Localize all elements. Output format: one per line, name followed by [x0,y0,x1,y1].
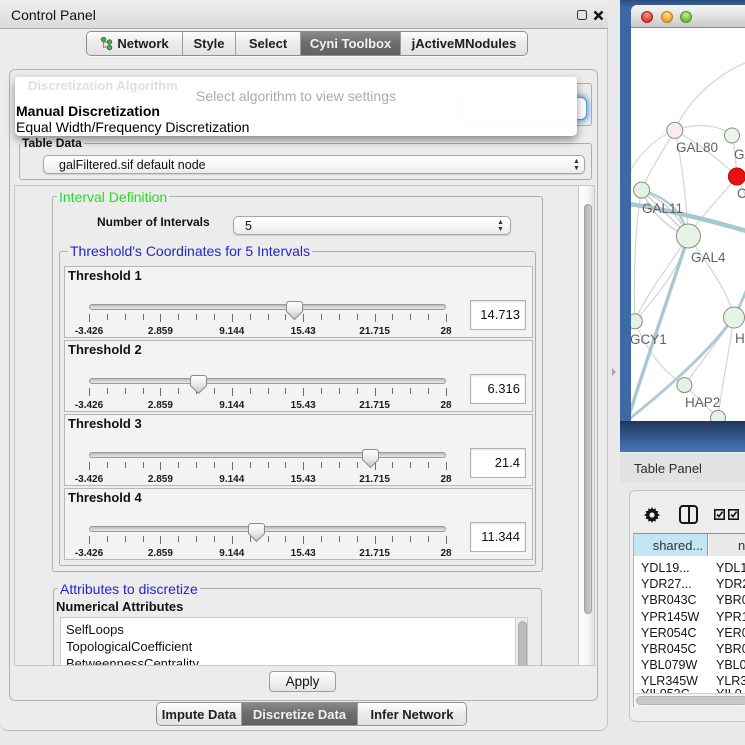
svg-text:H: H [735,331,745,346]
svg-text:CY: CY [737,186,745,201]
svg-text:GAL80: GAL80 [676,140,718,155]
svg-text:HAP2: HAP2 [685,395,720,410]
svg-text:GCY1: GCY1 [631,332,667,347]
svg-text:GAL: GAL [734,147,745,162]
svg-text:GAL4: GAL4 [691,250,726,265]
svg-text:GAL11: GAL11 [642,201,683,216]
